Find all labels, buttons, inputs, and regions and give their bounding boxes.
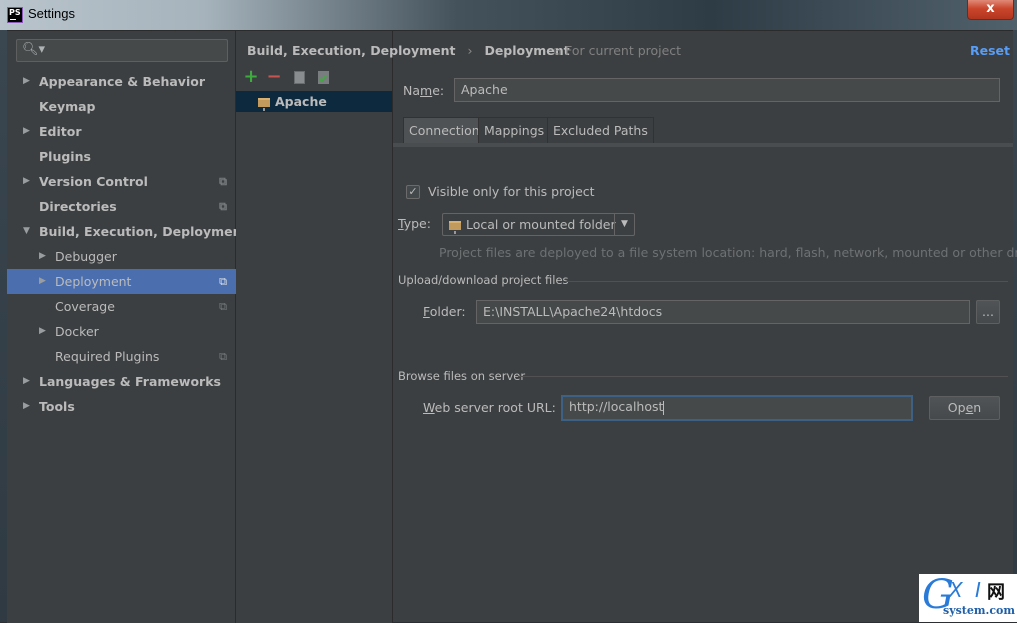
sidebar-item-deployment[interactable]: ▶ Deployment ⧉ [7, 269, 236, 294]
reset-link[interactable]: Reset [970, 43, 1010, 58]
chevron-right-icon[interactable]: ▶ [23, 119, 30, 144]
window-title: Settings [28, 6, 75, 21]
settings-client: 🔍︎▾ ▶ Appearance & Behavior Keymap ▶ Editor P… [7, 30, 1017, 623]
use-as-default-button[interactable]: ✔ [314, 69, 332, 87]
sidebar-item-label: Tools [39, 399, 75, 414]
tab-excluded-paths[interactable]: Excluded Paths [547, 117, 654, 143]
server-name: Apache [275, 94, 327, 109]
tab-mappings[interactable]: Mappings [478, 117, 551, 143]
sidebar-item-keymap[interactable]: Keymap [7, 94, 236, 119]
chevron-right-icon[interactable]: ▶ [39, 319, 46, 344]
sidebar-item-debugger[interactable]: ▶ Debugger [7, 244, 236, 269]
sidebar-item-docker[interactable]: ▶ Docker [7, 319, 236, 344]
sidebar-item-languages-frameworks[interactable]: ▶ Languages & Frameworks [7, 369, 236, 394]
watermark-cn: 网 [987, 582, 1005, 603]
sidebar-item-label: Keymap [39, 99, 96, 114]
sidebar-item-label: Appearance & Behavior [39, 74, 205, 89]
type-value: Local or mounted folder [466, 217, 616, 232]
section-divider [518, 376, 1008, 377]
type-label: Type: [398, 216, 431, 231]
phpstorm-app-icon: PS [7, 7, 23, 23]
tab-divider [393, 143, 1013, 147]
sidebar-item-label: Plugins [39, 149, 91, 164]
folder-field[interactable]: E:\INSTALL\Apache24\htdocs [476, 300, 970, 324]
server-list-item-apache[interactable]: Apache [236, 91, 392, 112]
sidebar-item-appearance-behavior[interactable]: ▶ Appearance & Behavior [7, 69, 236, 94]
settings-sidebar: 🔍︎▾ ▶ Appearance & Behavior Keymap ▶ Editor P… [7, 31, 247, 623]
sidebar-item-version-control[interactable]: ▶ Version Control ⧉ [7, 169, 236, 194]
sidebar-item-label: Docker [55, 324, 99, 339]
sidebar-item-label: Version Control [39, 174, 148, 189]
sidebar-item-label: Editor [39, 124, 82, 139]
sidebar-item-coverage[interactable]: Coverage ⧉ [7, 294, 236, 319]
sidebar-item-label: Directories [39, 199, 117, 214]
sidebar-item-label: Build, Execution, Deployment [39, 224, 248, 239]
scope-label: ⧉ For current project [554, 43, 681, 58]
project-scope-icon: ⧉ [219, 200, 227, 213]
folder-label: Folder: [423, 304, 466, 319]
sidebar-item-label: Required Plugins [55, 349, 160, 364]
type-dropdown[interactable]: Local or mounted folder ▼ [442, 213, 635, 236]
browse-folder-button[interactable]: ... [976, 300, 1000, 324]
web-root-url-value: http://localhost [569, 399, 664, 414]
visible-only-label[interactable]: Visible only for this project [428, 184, 595, 199]
project-scope-icon: ⧉ [219, 300, 227, 313]
local-folder-icon [449, 221, 461, 234]
sidebar-item-editor[interactable]: ▶ Editor [7, 119, 236, 144]
type-hint: Project files are deployed to a file sys… [439, 245, 1017, 260]
sidebar-item-tools[interactable]: ▶ Tools [7, 394, 236, 419]
settings-search-input[interactable]: 🔍︎▾ [16, 39, 228, 62]
watermark-logo: G X I 网 system.com [919, 572, 1017, 622]
name-field[interactable]: Apache [454, 78, 1000, 102]
chevron-right-icon[interactable]: ▶ [23, 169, 30, 194]
sidebar-item-label: Deployment [55, 274, 132, 289]
remove-server-button[interactable]: − [265, 68, 283, 87]
chevron-right-icon[interactable]: ▶ [39, 269, 46, 294]
breadcrumb-parent[interactable]: Build, Execution, Deployment [247, 43, 455, 58]
watermark-site: system.com [943, 604, 1015, 617]
open-url-button[interactable]: Open [929, 396, 1000, 420]
visible-only-checkbox[interactable]: ✓ [406, 185, 420, 199]
sidebar-item-label: Languages & Frameworks [39, 374, 221, 389]
servers-panel [236, 31, 393, 623]
sidebar-item-plugins[interactable]: Plugins [7, 144, 236, 169]
copy-server-button[interactable] [290, 69, 308, 87]
upload-section-title: Upload/download project files [398, 273, 569, 287]
deployment-form: Name: Apache Connection Mappings Exclude… [393, 71, 1017, 623]
settings-window: PS Settings x 🔍︎▾ ▶ Appearance & Behavior… [0, 0, 1017, 623]
local-folder-icon [258, 98, 270, 111]
search-icon: 🔍︎▾ [22, 42, 46, 57]
sidebar-item-label: Coverage [55, 299, 115, 314]
section-divider [565, 281, 1008, 282]
sidebar-item-required-plugins[interactable]: Required Plugins ⧉ [7, 344, 236, 369]
breadcrumb-separator: › [467, 43, 473, 58]
project-scope-icon: ⧉ [219, 175, 227, 188]
watermark-xi: X I [949, 578, 984, 602]
sidebar-item-build-execution-deployment[interactable]: ▼ Build, Execution, Deployment [7, 219, 247, 244]
chevron-right-icon[interactable]: ▶ [23, 69, 30, 94]
check-server-icon: ✔ [317, 71, 329, 86]
name-label: Name: [403, 83, 445, 98]
close-window-button[interactable]: x [967, 0, 1014, 20]
chevron-right-icon[interactable]: ▶ [23, 369, 30, 394]
web-root-url-label: Web server root URL: [423, 400, 556, 415]
project-scope-icon: ⧉ [219, 350, 227, 363]
sidebar-item-directories[interactable]: Directories ⧉ [7, 194, 236, 219]
copy-icon [293, 71, 305, 84]
project-scope-icon: ⧉ [554, 47, 562, 58]
chevron-right-icon[interactable]: ▶ [39, 244, 46, 269]
add-server-button[interactable]: + [242, 68, 260, 87]
browse-section-title: Browse files on server [398, 369, 526, 383]
chevron-right-icon[interactable]: ▶ [23, 394, 30, 419]
web-root-url-field[interactable]: http://localhost [561, 395, 913, 421]
text-caret [663, 400, 665, 415]
breadcrumb: Build, Execution, Deployment › Deploymen… [247, 43, 570, 58]
title-bar: PS Settings x [0, 0, 1017, 30]
chevron-down-icon[interactable]: ▼ [23, 219, 30, 244]
tab-connection[interactable]: Connection [403, 117, 486, 143]
chevron-down-icon[interactable]: ▼ [614, 214, 634, 235]
sidebar-item-label: Debugger [55, 249, 117, 264]
project-scope-icon: ⧉ [219, 275, 227, 288]
scope-text: For current project [565, 43, 682, 58]
